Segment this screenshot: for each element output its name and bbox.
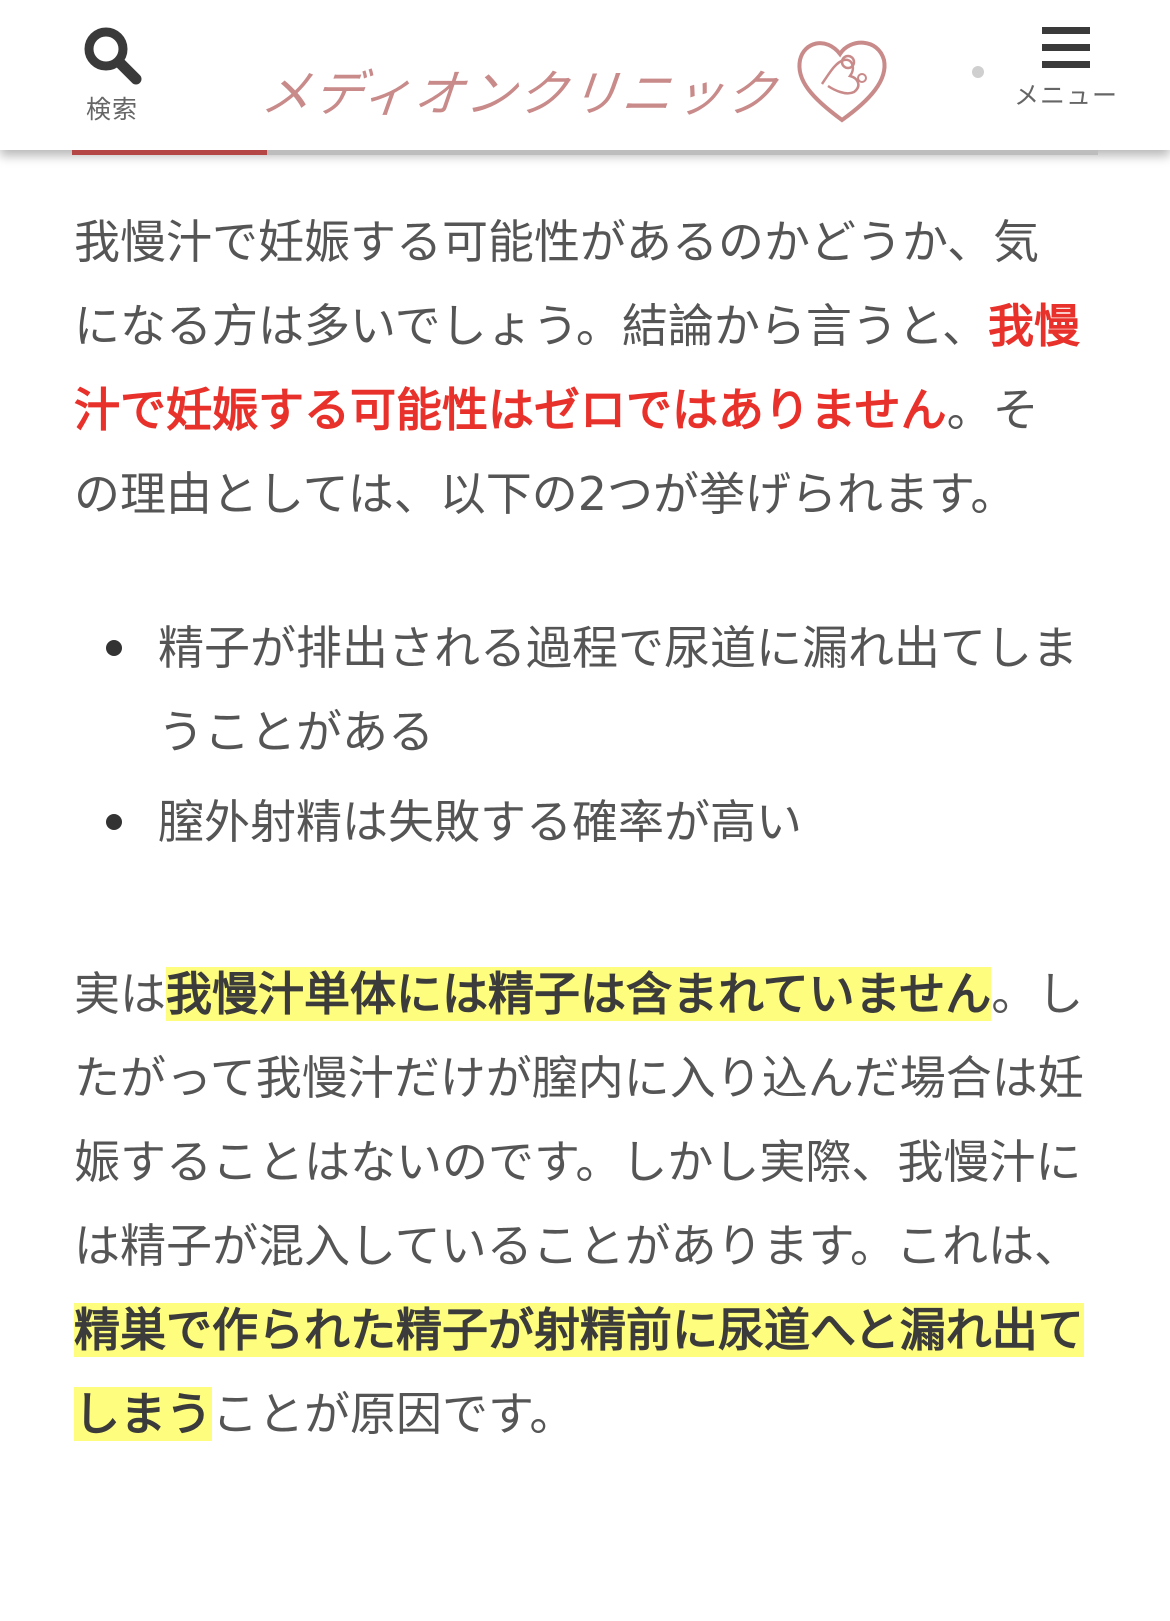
list-item: 膣外射精は失敗する確率が高い	[106, 780, 1084, 864]
site-header: 検索 メディオンクリニック メニュー	[0, 0, 1170, 150]
highlight-1: 我慢汁単体には精子は含まれていません	[166, 967, 992, 1021]
search-icon	[84, 27, 142, 85]
explanation-text-1: 実は	[74, 967, 166, 1021]
intro-paragraph: 我慢汁で妊娠する可能性があるのかどうか、気になる方は多いでしょう。結論から言うと…	[74, 200, 1084, 536]
reason-list: 精子が排出される過程で尿道に漏れ出てしまうことがある 膣外射精は失敗する確率が高…	[74, 606, 1084, 864]
hamburger-menu-icon	[1042, 27, 1090, 68]
intro-text-1: 我慢汁で妊娠する可能性があるのかどうか、気になる方は多いでしょう。結論から言うと…	[74, 215, 1040, 353]
reading-progress-fill	[72, 150, 267, 155]
article-body: 我慢汁で妊娠する可能性があるのかどうか、気になる方は多いでしょう。結論から言うと…	[74, 200, 1084, 1456]
search-button[interactable]: 検索	[62, 14, 162, 124]
list-item: 精子が排出される過程で尿道に漏れ出てしまうことがある	[106, 606, 1084, 774]
logo-text: メディオンクリニック	[258, 65, 782, 123]
status-dot	[972, 66, 984, 78]
reading-progress-bar	[72, 150, 1098, 155]
menu-label: メニュー	[1013, 81, 1118, 110]
explanation-paragraph: 実は我慢汁単体には精子は含まれていません。したがって我慢汁だけが膣内に入り込んだ…	[74, 952, 1084, 1456]
search-label: 検索	[85, 95, 138, 124]
site-logo[interactable]: メディオンクリニック	[259, 28, 902, 128]
menu-button[interactable]: メニュー	[1006, 18, 1126, 128]
heart-logo-icon	[797, 40, 887, 123]
explanation-text-3: ことが原因です。	[212, 1387, 576, 1441]
